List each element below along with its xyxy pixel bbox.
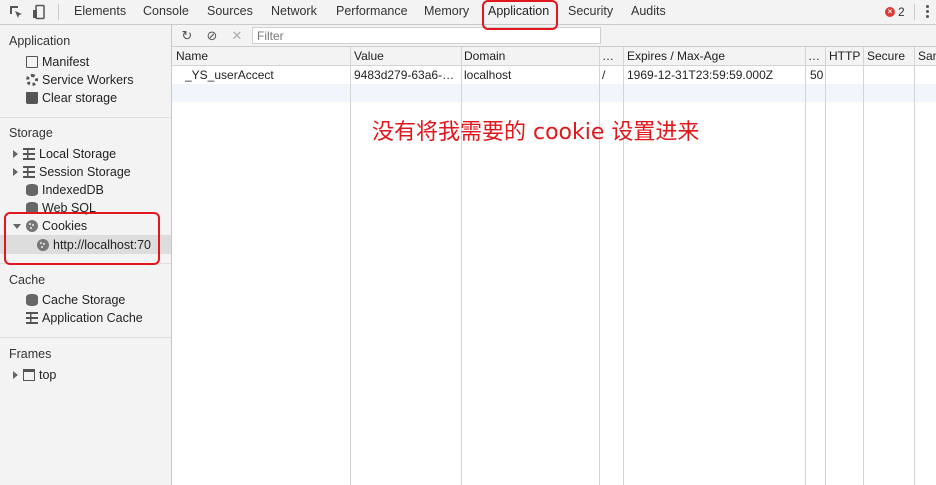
sidebar-item-indexeddb[interactable]: IndexedDB bbox=[26, 181, 104, 199]
column-divider bbox=[461, 47, 462, 485]
cookies-panel: ↻ ⊘ ✕ Name Value Domain … Expires / Max-… bbox=[172, 25, 936, 485]
column-header-secure[interactable]: Secure bbox=[867, 47, 913, 66]
sidebar-item-cache-storage[interactable]: Cache Storage bbox=[26, 291, 125, 309]
tab-security[interactable]: Security bbox=[568, 0, 613, 24]
cell-name: _YS_userAccect bbox=[185, 68, 274, 82]
cell-size: 50 bbox=[810, 68, 824, 82]
sidebar-item-application-cache[interactable]: Application Cache bbox=[26, 309, 143, 327]
table-icon bbox=[26, 312, 38, 324]
annotation-text: 没有将我需要的 cookie 设置进来 bbox=[372, 120, 700, 145]
device-toolbar-icon[interactable] bbox=[31, 4, 47, 20]
sidebar-item-service-workers[interactable]: Service Workers bbox=[26, 71, 133, 89]
tab-network[interactable]: Network bbox=[271, 0, 317, 24]
table-icon bbox=[23, 166, 35, 178]
sidebar-item-clear-storage[interactable]: Clear storage bbox=[26, 89, 117, 107]
cell-expires: 1969-12-31T23:59:59.000Z bbox=[627, 68, 774, 82]
cell-path: / bbox=[602, 68, 606, 82]
more-options-icon[interactable] bbox=[924, 4, 930, 20]
column-divider bbox=[825, 47, 826, 485]
section-divider bbox=[0, 117, 171, 118]
error-counter[interactable]: × 2 bbox=[885, 4, 905, 20]
database-icon bbox=[26, 184, 38, 196]
column-divider bbox=[914, 47, 915, 485]
error-icon: × bbox=[885, 7, 895, 17]
inspect-element-icon[interactable] bbox=[8, 4, 24, 20]
table-row-empty bbox=[172, 84, 936, 102]
column-header-name[interactable]: Name bbox=[176, 47, 348, 66]
document-icon bbox=[26, 56, 38, 68]
gear-icon bbox=[26, 74, 38, 86]
database-icon bbox=[26, 294, 38, 306]
sidebar-item-frame-top[interactable]: top bbox=[13, 366, 56, 384]
cell-domain: localhost bbox=[464, 68, 512, 82]
column-header-samesite[interactable]: Sam bbox=[918, 47, 936, 66]
tab-console[interactable]: Console bbox=[143, 0, 189, 24]
toolbar-separator bbox=[58, 4, 59, 20]
sidebar-item-session-storage[interactable]: Session Storage bbox=[13, 163, 131, 181]
column-header-http[interactable]: HTTP bbox=[829, 47, 862, 66]
tab-memory[interactable]: Memory bbox=[424, 0, 469, 24]
devtools-toolbar: Elements Console Sources Network Perform… bbox=[0, 0, 936, 25]
section-title-cache: Cache bbox=[9, 273, 46, 287]
error-count: 2 bbox=[898, 5, 905, 19]
column-header-size[interactable]: … bbox=[808, 47, 824, 66]
section-title-application: Application bbox=[9, 34, 71, 48]
clear-all-icon[interactable]: ⊘ bbox=[204, 28, 220, 44]
column-header-path[interactable]: … bbox=[602, 47, 622, 66]
column-divider bbox=[350, 47, 351, 485]
column-header-value[interactable]: Value bbox=[354, 47, 459, 66]
column-header-domain[interactable]: Domain bbox=[464, 47, 597, 66]
cell-value: 9483d279-63a6-… bbox=[354, 68, 455, 82]
tab-elements[interactable]: Elements bbox=[74, 0, 126, 24]
highlight-box-cookies bbox=[4, 212, 160, 265]
sidebar-item-local-storage[interactable]: Local Storage bbox=[13, 145, 116, 163]
section-title-frames: Frames bbox=[9, 347, 52, 361]
column-divider bbox=[623, 47, 624, 485]
column-divider bbox=[805, 47, 806, 485]
tab-audits[interactable]: Audits bbox=[631, 0, 666, 24]
sidebar-item-manifest[interactable]: Manifest bbox=[26, 53, 89, 71]
column-divider bbox=[863, 47, 864, 485]
table-icon bbox=[23, 148, 35, 160]
highlight-box-application-tab bbox=[482, 0, 558, 30]
tab-performance[interactable]: Performance bbox=[336, 0, 408, 24]
cookies-table: Name Value Domain … Expires / Max-Age … … bbox=[172, 47, 936, 485]
frame-icon bbox=[23, 369, 35, 381]
delete-selected-icon[interactable]: ✕ bbox=[229, 28, 245, 44]
expand-arrow-icon[interactable] bbox=[13, 168, 18, 176]
expand-arrow-icon[interactable] bbox=[13, 150, 18, 158]
refresh-icon[interactable]: ↻ bbox=[179, 28, 195, 44]
tab-sources[interactable]: Sources bbox=[207, 0, 253, 24]
column-divider bbox=[599, 47, 600, 485]
column-header-expires[interactable]: Expires / Max-Age bbox=[627, 47, 803, 66]
expand-arrow-icon[interactable] bbox=[13, 371, 18, 379]
section-title-storage: Storage bbox=[9, 126, 53, 140]
trash-icon bbox=[26, 92, 38, 104]
section-divider bbox=[0, 337, 171, 338]
toolbar-separator bbox=[914, 4, 915, 20]
